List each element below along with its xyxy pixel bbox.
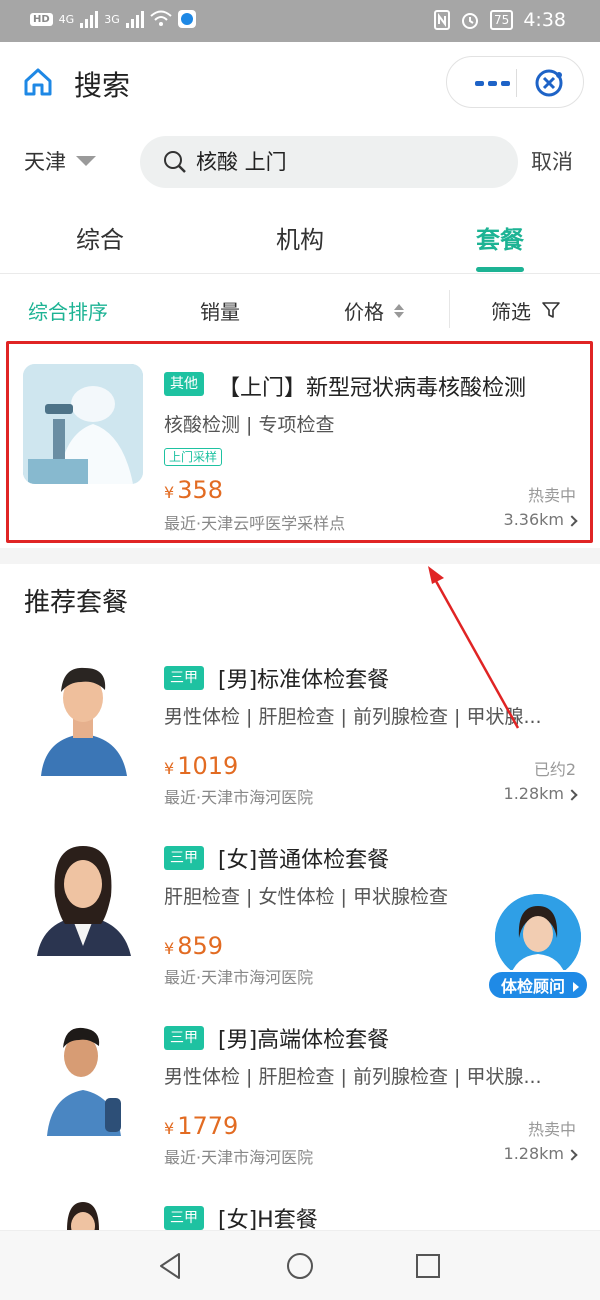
sort-overall-button[interactable]: 综合排序: [28, 296, 108, 325]
package-card[interactable]: 三甲 [女]H套餐: [0, 1196, 600, 1230]
tab-package[interactable]: 套餐: [476, 220, 524, 255]
filter-divider: [449, 290, 450, 328]
status-bar: HD 4G 3G 75 4:38: [0, 0, 600, 42]
currency-symbol: ¥: [164, 759, 175, 778]
currency-symbol: ¥: [164, 939, 175, 958]
title-bar: 搜索: [0, 42, 600, 124]
tab-institution[interactable]: 机构: [276, 220, 324, 255]
nearest-location: 最近·天津市海河医院: [164, 788, 314, 807]
distance[interactable]: 1.28km: [503, 784, 578, 803]
package-price: ¥1019: [164, 752, 238, 780]
wifi-icon: [150, 10, 172, 26]
more-icon[interactable]: [471, 71, 515, 95]
booked-count: 已约2: [533, 760, 576, 779]
package-price: ¥859: [164, 932, 223, 960]
package-title[interactable]: [男]高端体检套餐: [218, 1022, 389, 1054]
search-icon: [164, 151, 186, 173]
cancel-button[interactable]: 取消: [531, 146, 573, 176]
home-icon[interactable]: [22, 66, 54, 98]
chevron-right-icon: [566, 1149, 578, 1161]
advisor-label-text: 体检顾问: [501, 977, 566, 996]
price-value: 1019: [177, 752, 239, 780]
battery-indicator: 75: [490, 10, 514, 30]
city-selector[interactable]: 天津: [24, 146, 66, 176]
package-image: [23, 1016, 143, 1136]
package-price: ¥1779: [164, 1112, 238, 1140]
tab-overall[interactable]: 综合: [76, 220, 124, 255]
annotation-arrow: [428, 566, 520, 729]
hospital-grade-badge: 三甲: [164, 1026, 204, 1050]
hd-indicator: HD: [30, 12, 53, 26]
health-advisor-button[interactable]: 体检顾问: [487, 894, 589, 1002]
back-icon[interactable]: [156, 1251, 186, 1281]
sort-arrows-icon: [394, 304, 404, 318]
advisor-label: 体检顾问: [487, 970, 589, 1000]
search-input[interactable]: 核酸 上门: [140, 136, 518, 188]
hospital-grade-badge: 三甲: [164, 1206, 204, 1230]
distance-value: 1.28km: [503, 1144, 564, 1163]
chevron-right-icon: [566, 789, 578, 801]
sort-sales-button[interactable]: 销量: [200, 296, 240, 325]
caret-down-icon[interactable]: [76, 156, 96, 166]
package-card[interactable]: 三甲 [男]高端体检套餐 男性体检 | 肝胆检查 | 前列腺检查 | 甲状腺..…: [0, 1016, 600, 1176]
filter-button[interactable]: 筛选: [491, 296, 531, 325]
recents-icon[interactable]: [413, 1251, 443, 1281]
man-with-backpack-image: [47, 1027, 121, 1136]
sort-price-button[interactable]: 价格: [344, 296, 384, 325]
distance[interactable]: 1.28km: [503, 1144, 578, 1163]
package-image: [23, 1196, 143, 1230]
search-row: 天津 核酸 上门 取消: [0, 134, 600, 192]
currency-symbol: ¥: [164, 1119, 175, 1138]
signal-icon-2: [125, 10, 144, 28]
package-tags: 男性体检 | 肝胆检查 | 前列腺检查 | 甲状腺...: [164, 1066, 542, 1088]
alarm-icon: [462, 13, 479, 29]
highlight-box: [6, 341, 593, 543]
triangle-right-icon: [573, 982, 579, 992]
network-type-2: 3G: [104, 12, 120, 26]
home-circle-icon[interactable]: [285, 1251, 315, 1281]
capsule-divider: [516, 69, 517, 97]
woman-portrait-image: [37, 846, 131, 956]
signal-icon: [80, 10, 99, 28]
advisor-avatar: [495, 894, 581, 980]
man-portrait-image: [41, 667, 127, 776]
woman-portrait-image: [67, 1202, 99, 1230]
distance-value: 1.28km: [503, 784, 564, 803]
search-query: 核酸 上门: [196, 150, 287, 174]
app-notification-icon: [177, 10, 196, 28]
package-title[interactable]: [女]H套餐: [218, 1202, 318, 1230]
funnel-icon[interactable]: [541, 300, 561, 320]
sales-status: 热卖中: [527, 1120, 576, 1139]
package-image: [23, 656, 143, 776]
nearest-location: 最近·天津市海河医院: [164, 1148, 314, 1167]
package-title[interactable]: [男]标准体检套餐: [218, 662, 389, 694]
nfc-icon: [434, 10, 451, 30]
active-tab-indicator: [476, 267, 524, 272]
page-title: 搜索: [74, 69, 131, 102]
package-title[interactable]: [女]普通体检套餐: [218, 842, 389, 874]
clock: 4:38: [523, 9, 566, 31]
section-title: 推荐套餐: [24, 588, 129, 618]
hospital-grade-badge: 三甲: [164, 846, 204, 870]
filter-bar: 综合排序 销量 价格 筛选: [0, 280, 600, 338]
package-image: [23, 836, 143, 956]
nearest-location: 最近·天津市海河医院: [164, 968, 314, 987]
hospital-grade-badge: 三甲: [164, 666, 204, 690]
mini-program-capsule: [446, 56, 584, 108]
close-icon[interactable]: [533, 67, 565, 99]
advisor-portrait-image: [495, 894, 581, 980]
result-tabs: 综合 机构 套餐: [0, 210, 600, 274]
network-type-1: 4G: [58, 12, 75, 26]
system-nav-bar: [0, 1230, 600, 1300]
price-value: 859: [177, 932, 223, 960]
price-value: 1779: [177, 1112, 239, 1140]
